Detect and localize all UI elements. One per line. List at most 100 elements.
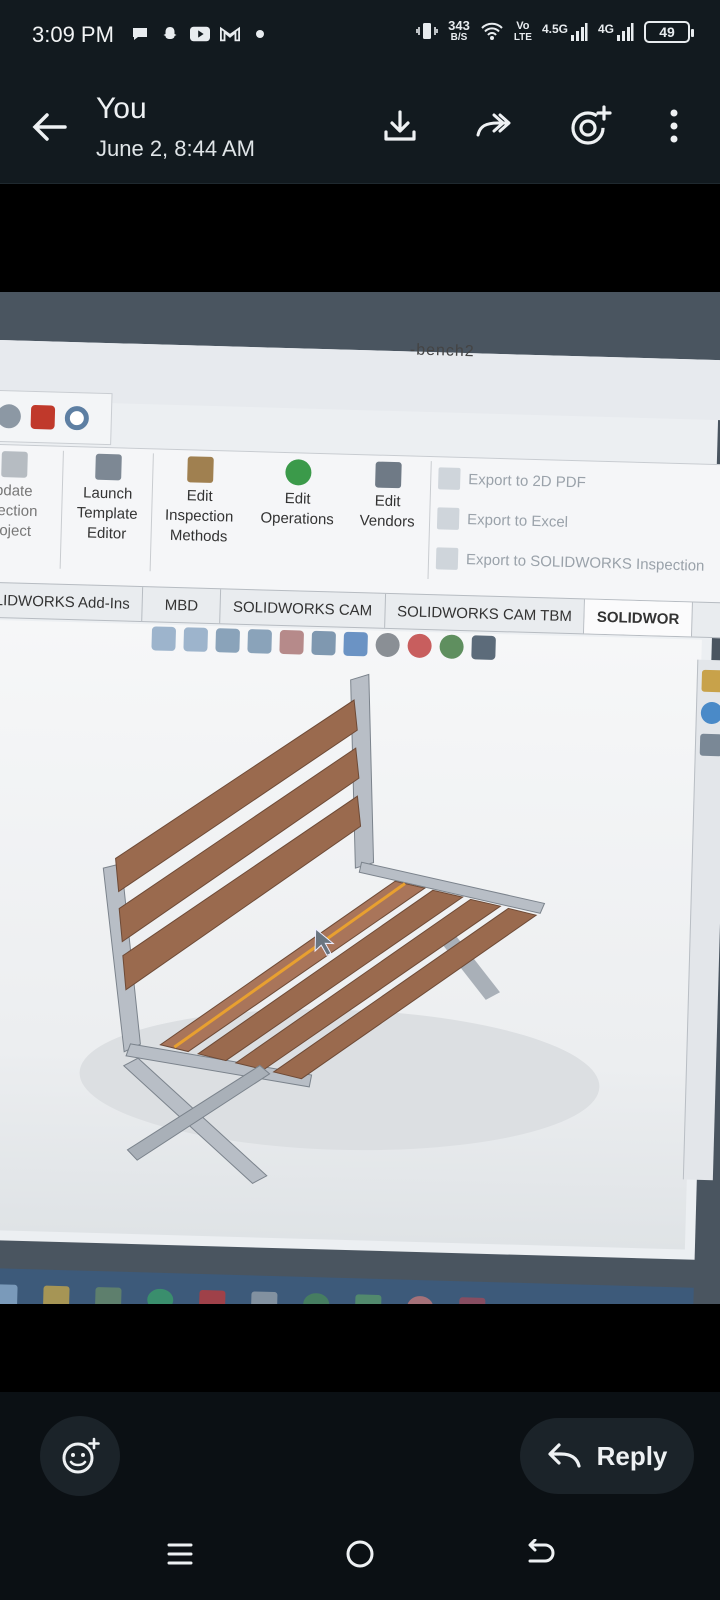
lifebuoy-icon: [64, 405, 90, 431]
update-project-line-2: pection: [0, 501, 38, 521]
launch-template-editor-button[interactable]: Launch Template Editor: [68, 453, 146, 545]
download-button[interactable]: [376, 102, 424, 150]
dynamic-annotation-icon[interactable]: [279, 629, 305, 655]
update-project-button[interactable]: pdate pection roject: [0, 451, 49, 543]
forward-icon: [476, 113, 511, 137]
back-nav-icon: [528, 1539, 555, 1563]
tab-addins[interactable]: LIDWORKS Add-Ins: [0, 582, 144, 622]
sender-name: You: [96, 92, 147, 125]
signal-2-label: 4G: [597, 22, 614, 36]
system-nav-bar: [0, 1508, 720, 1600]
recents-icon: [167, 1543, 193, 1565]
appearances-icon[interactable]: [700, 701, 720, 725]
volte-indicator: Vo LTE: [513, 20, 532, 44]
apply-scene-icon[interactable]: [439, 634, 464, 660]
file-explorer-icon[interactable]: [43, 1285, 70, 1304]
pdf-icon: [438, 467, 461, 490]
export-2d-pdf-button[interactable]: Export to 2D PDF: [438, 467, 586, 493]
status-time: 3:09 PM: [32, 22, 114, 47]
app-bar: You June 2, 8:44 AM: [0, 72, 720, 184]
dot-icon: [250, 24, 270, 44]
hide-show-icon[interactable]: [375, 632, 400, 658]
tab-solidworks-inspection[interactable]: SOLIDWOR: [584, 599, 693, 637]
launch-template-editor-line-3: Editor: [86, 524, 127, 543]
home-button[interactable]: [336, 1530, 384, 1578]
app-icon[interactable]: [94, 1287, 122, 1304]
graphics-viewport[interactable]: [0, 619, 702, 1250]
zoom-area-icon[interactable]: [183, 627, 209, 652]
edit-inspection-methods-button[interactable]: Edit Inspection Methods: [156, 455, 242, 547]
signal-bars-icon: [617, 23, 634, 41]
start-icon[interactable]: [0, 1284, 18, 1304]
download-icon: [384, 110, 416, 141]
tab-mbd[interactable]: MBD: [142, 587, 222, 624]
resources-icon[interactable]: [700, 669, 720, 693]
app-icon[interactable]: [406, 1295, 434, 1304]
volte-bottom: LTE: [513, 32, 532, 43]
status-bar: 3:09 PM 343 B/S Vo LTE 4.5G 4G 49: [0, 0, 720, 72]
parts-icon: [30, 404, 56, 430]
export-solidworks-inspection-button[interactable]: Export to SOLIDWORKS Inspection: [435, 547, 705, 576]
signal-bars-icon: [570, 23, 588, 41]
zoom-to-fit-icon[interactable]: [151, 626, 177, 652]
excel-icon: [436, 507, 460, 530]
edit-appearance-icon[interactable]: [407, 633, 432, 659]
battery-level: 49: [659, 24, 675, 40]
export-excel-button[interactable]: Export to Excel: [436, 507, 569, 533]
ribbon-divider: [427, 461, 432, 580]
edit-operations-line-1: Edit: [284, 490, 311, 508]
add-reaction-icon: [62, 1437, 100, 1474]
app-icon[interactable]: [458, 1297, 486, 1304]
forward-button[interactable]: [470, 102, 518, 150]
gmail-icon: [220, 24, 240, 44]
volte-top: Vo: [516, 20, 530, 32]
operations-icon: [285, 459, 312, 486]
solidworks-icon[interactable]: [198, 1289, 226, 1304]
add-status-button[interactable]: [566, 102, 614, 150]
previous-view-icon[interactable]: [215, 628, 241, 653]
launch-template-editor-line-1: Launch: [82, 484, 133, 503]
network-speed-unit: B/S: [450, 32, 468, 43]
reply-label: Reply: [596, 1440, 668, 1471]
back-nav-button[interactable]: [516, 1530, 564, 1578]
network-speed-value: 343: [448, 18, 470, 33]
app-icon[interactable]: [250, 1291, 278, 1304]
chat-bubble-icon: [130, 24, 150, 44]
notification-icons: [130, 24, 270, 44]
back-button[interactable]: [26, 104, 72, 150]
whatsapp-icon[interactable]: [302, 1292, 330, 1304]
display-style-icon[interactable]: [343, 631, 368, 657]
view-orientation-icon[interactable]: [311, 630, 336, 656]
view-settings-icon[interactable]: [471, 635, 496, 660]
vibrate-icon: [416, 21, 438, 44]
battery-indicator: 49: [644, 21, 694, 43]
custom-properties-icon[interactable]: [699, 733, 720, 757]
edit-vendors-button[interactable]: Edit Vendors: [351, 461, 425, 533]
vendors-icon: [375, 461, 402, 489]
app-icon[interactable]: [354, 1294, 382, 1304]
edit-vendors-line-2: Vendors: [359, 512, 415, 531]
export-2d-pdf-label: Export to 2D PDF: [468, 470, 587, 491]
more-vert-icon: [670, 109, 678, 143]
inspection-methods-icon: [187, 456, 214, 484]
section-view-icon[interactable]: [247, 629, 273, 654]
gear-icon: [0, 403, 22, 429]
tab-solidworks-cam-tbm[interactable]: SOLIDWORKS CAM TBM: [384, 593, 586, 634]
react-button[interactable]: [40, 1416, 120, 1496]
home-circle-icon: [346, 1540, 374, 1568]
wifi-icon: [480, 21, 504, 44]
chrome-icon[interactable]: [146, 1288, 174, 1304]
tab-solidworks-cam[interactable]: SOLIDWORKS CAM: [220, 589, 386, 628]
edit-vendors-line-1: Edit: [374, 492, 401, 511]
media-viewer[interactable]: -bench2 pdate pection roject Launch Temp…: [0, 184, 720, 1392]
reply-button[interactable]: Reply: [520, 1418, 694, 1494]
template-editor-icon: [95, 453, 122, 481]
add-status-icon: [571, 105, 612, 145]
edit-operations-button[interactable]: Edit Operations: [251, 458, 345, 531]
more-options-button[interactable]: [650, 102, 698, 150]
signal-2: 4G: [598, 22, 634, 42]
bench-model: [79, 673, 600, 1184]
update-project-line-3: roject: [0, 521, 32, 540]
export-excel-label: Export to Excel: [466, 510, 569, 531]
recents-button[interactable]: [156, 1530, 204, 1578]
